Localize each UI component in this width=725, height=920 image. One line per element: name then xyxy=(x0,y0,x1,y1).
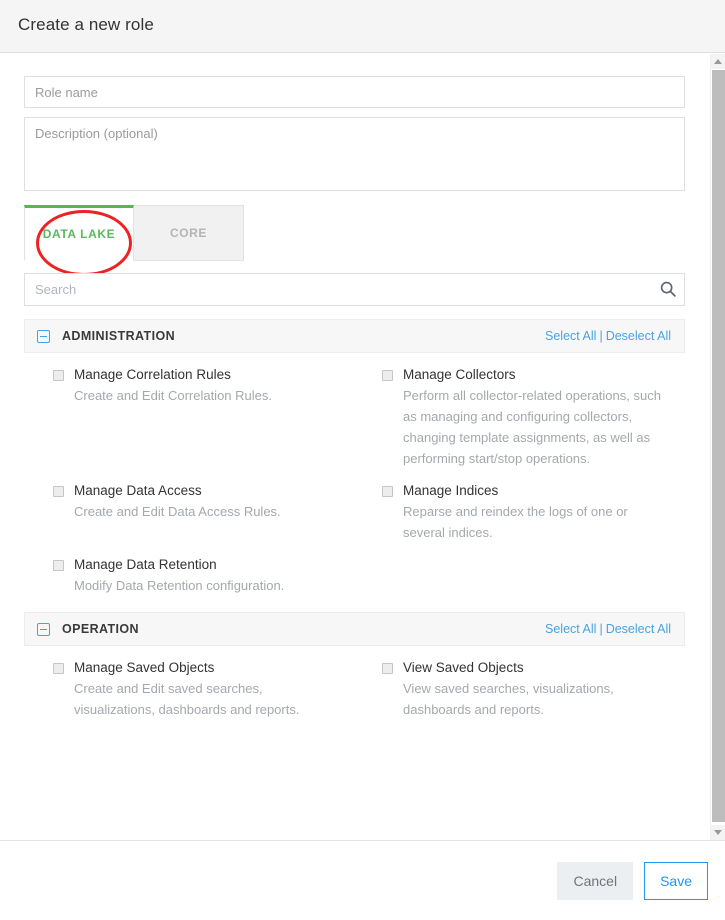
permission-row: Manage Saved Objects Create and Edit sav… xyxy=(24,646,685,720)
dialog-footer: Cancel Save xyxy=(0,840,725,920)
actions-separator: | xyxy=(599,329,603,343)
create-role-dialog: Create a new role DATA LAKE CORE xyxy=(0,0,725,920)
permission-description: Create and Edit Correlation Rules. xyxy=(74,388,272,403)
permission-label: View Saved Objects xyxy=(403,660,524,675)
permission-item-manage-collectors: Manage Collectors Perform all collector-… xyxy=(354,353,684,469)
tab-data-lake[interactable]: DATA LAKE xyxy=(24,205,134,261)
permission-description: Create and Edit saved searches, visualiz… xyxy=(74,681,300,717)
scrollbar-thumb[interactable] xyxy=(712,70,725,822)
scroll-up-arrow-icon[interactable] xyxy=(711,54,725,69)
cancel-button[interactable]: Cancel xyxy=(557,861,634,900)
permission-item-manage-data-retention: Manage Data Retention Modify Data Retent… xyxy=(24,543,354,596)
section-title: ADMINISTRATION xyxy=(62,329,175,343)
permission-cell-empty xyxy=(354,543,684,596)
section-title: OPERATION xyxy=(62,622,139,636)
save-button[interactable]: Save xyxy=(644,861,708,900)
deselect-all-link-operation[interactable]: Deselect All xyxy=(606,622,671,636)
checkbox-manage-collectors[interactable] xyxy=(382,370,393,381)
role-name-input[interactable] xyxy=(24,76,685,108)
deselect-all-link-administration[interactable]: Deselect All xyxy=(606,329,671,343)
permission-label: Manage Data Access xyxy=(74,483,202,498)
permission-description: Reparse and reindex the logs of one or s… xyxy=(403,504,628,540)
permission-row: Manage Data Retention Modify Data Retent… xyxy=(24,543,685,596)
minus-square-icon[interactable] xyxy=(37,329,50,343)
permission-label: Manage Data Retention xyxy=(74,557,217,572)
permission-item-manage-correlation-rules: Manage Correlation Rules Create and Edit… xyxy=(24,353,354,469)
dialog-body: DATA LAKE CORE ADMINISTRATION xyxy=(0,54,710,840)
permission-scope-tabs: DATA LAKE CORE xyxy=(24,205,685,276)
permission-label: Manage Saved Objects xyxy=(74,660,215,675)
permission-row: Manage Data Access Create and Edit Data … xyxy=(24,469,685,543)
permission-description: View saved searches, visualizations, das… xyxy=(403,681,614,717)
vertical-scrollbar[interactable] xyxy=(710,54,725,840)
page-title: Create a new role xyxy=(18,15,154,34)
permission-item-manage-data-access: Manage Data Access Create and Edit Data … xyxy=(24,469,354,543)
permission-item-manage-indices: Manage Indices Reparse and reindex the l… xyxy=(354,469,684,543)
search-bar xyxy=(24,273,685,306)
tab-core[interactable]: CORE xyxy=(134,205,244,261)
checkbox-manage-saved-objects[interactable] xyxy=(53,663,64,674)
section-actions: Select All | Deselect All xyxy=(545,329,671,343)
permission-grid-operation: Manage Saved Objects Create and Edit sav… xyxy=(24,646,685,720)
minus-square-icon[interactable] xyxy=(37,622,50,636)
checkbox-manage-data-retention[interactable] xyxy=(53,560,64,571)
select-all-link-administration[interactable]: Select All xyxy=(545,329,596,343)
permission-row: Manage Correlation Rules Create and Edit… xyxy=(24,353,685,469)
permission-label: Manage Correlation Rules xyxy=(74,367,231,382)
permission-description: Perform all collector-related operations… xyxy=(403,388,661,466)
permission-description: Modify Data Retention configuration. xyxy=(74,578,285,593)
checkbox-manage-correlation-rules[interactable] xyxy=(53,370,64,381)
section-header-administration: ADMINISTRATION Select All | Deselect All xyxy=(24,319,685,353)
permission-label: Manage Collectors xyxy=(403,367,516,382)
tab-data-lake-label: DATA LAKE xyxy=(42,227,116,241)
actions-separator: | xyxy=(599,622,603,636)
permission-item-manage-saved-objects: Manage Saved Objects Create and Edit sav… xyxy=(24,646,354,720)
scroll-down-arrow-icon[interactable] xyxy=(711,825,725,840)
tab-core-label: CORE xyxy=(169,226,208,240)
permission-label: Manage Indices xyxy=(403,483,499,498)
search-input[interactable] xyxy=(24,273,685,306)
permission-item-view-saved-objects: View Saved Objects View saved searches, … xyxy=(354,646,684,720)
checkbox-manage-data-access[interactable] xyxy=(53,486,64,497)
section-header-operation: OPERATION Select All | Deselect All xyxy=(24,612,685,646)
description-input[interactable] xyxy=(24,117,685,191)
select-all-link-operation[interactable]: Select All xyxy=(545,622,596,636)
dialog-header: Create a new role xyxy=(0,0,725,53)
permission-grid-administration: Manage Correlation Rules Create and Edit… xyxy=(24,353,685,596)
section-actions: Select All | Deselect All xyxy=(545,622,671,636)
checkbox-manage-indices[interactable] xyxy=(382,486,393,497)
checkbox-view-saved-objects[interactable] xyxy=(382,663,393,674)
permission-description: Create and Edit Data Access Rules. xyxy=(74,504,281,519)
search-icon[interactable] xyxy=(659,280,677,298)
